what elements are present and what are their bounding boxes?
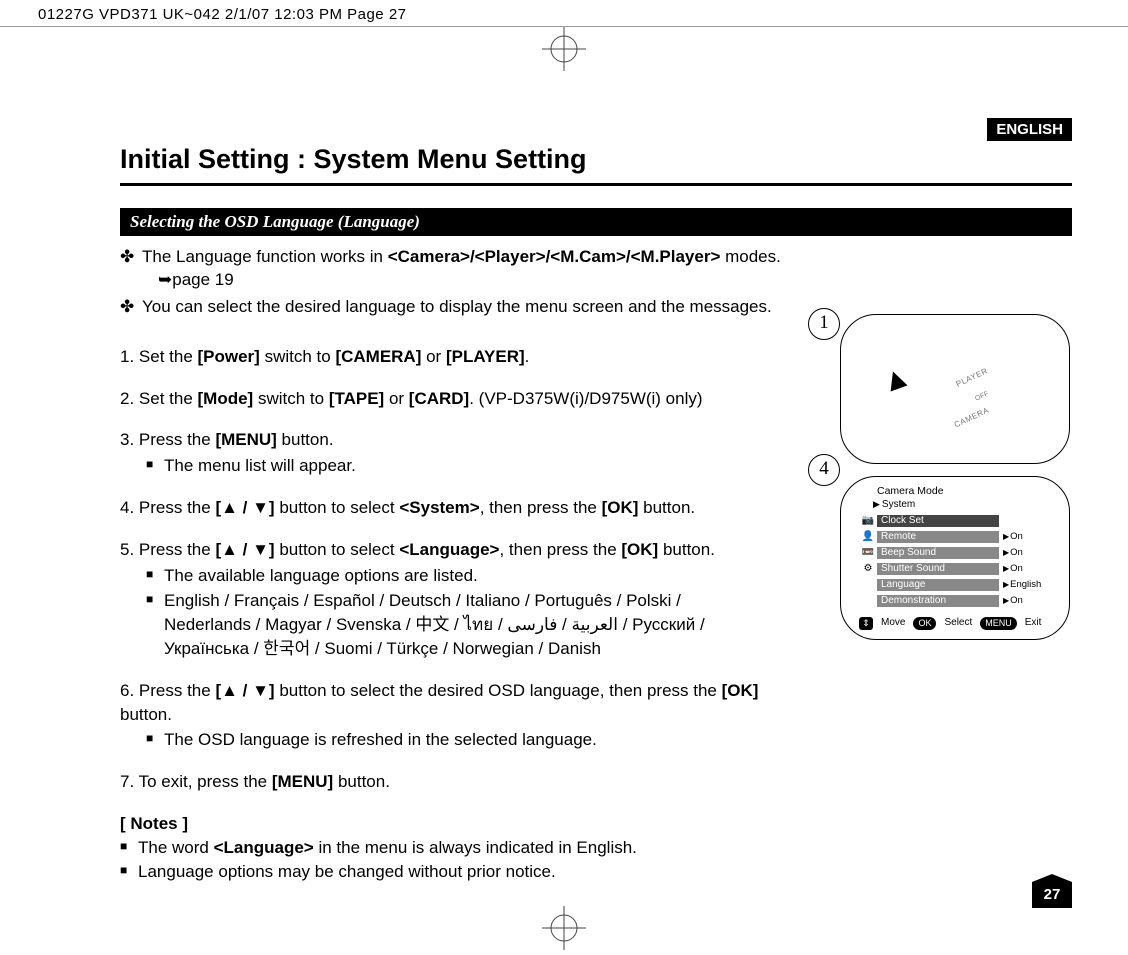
registration-mark-top — [542, 27, 586, 71]
label-off: OFF — [974, 390, 990, 402]
intro-block: ✤ The Language function works in <Camera… — [120, 246, 1072, 319]
osd-row-demo: Demonstration ▶On — [859, 593, 1055, 609]
menu-chip: MENU — [980, 617, 1017, 630]
step-5: 5. Press the [▲ / ▼] button to select <L… — [120, 538, 760, 661]
osd-row-remote: 👤 Remote ▶On — [859, 529, 1055, 545]
osd-row-shutter: ⚙ Shutter Sound ▶On — [859, 561, 1055, 577]
figure-power-switch: PLAYER OFF CAMERA — [840, 314, 1070, 464]
label-player: PLAYER — [955, 366, 990, 389]
osd-submenu: ▶System — [873, 499, 1055, 511]
notes-block: [ Notes ] ■ The word <Language> in the m… — [120, 812, 1072, 883]
label-camera: CAMERA — [953, 406, 991, 430]
square-bullet-icon: ■ — [146, 564, 164, 584]
person-icon: 👤 — [859, 531, 877, 543]
square-bullet-icon: ■ — [120, 860, 138, 880]
square-bullet-icon: ■ — [146, 454, 164, 474]
figure-number-1: 1 — [808, 308, 840, 340]
square-bullet-icon: ■ — [120, 836, 138, 856]
arrow-up-icon — [884, 368, 907, 391]
osd-row-beep: 📼 Beep Sound ▶On — [859, 545, 1055, 561]
figure-number-4: 4 — [808, 454, 840, 486]
osd-row-language: Language ▶English — [859, 577, 1055, 593]
language-badge: ENGLISH — [987, 118, 1072, 141]
tape-icon: 📼 — [859, 547, 877, 559]
square-bullet-icon: ■ — [146, 589, 164, 609]
updown-icon: ⇕ — [859, 617, 873, 630]
figure-osd-menu: Camera Mode ▶System 📷 Clock Set 👤 Remote… — [840, 476, 1070, 640]
gear-icon: ⚙ — [859, 563, 877, 575]
step-6: 6. Press the [▲ / ▼] button to select th… — [120, 679, 800, 752]
step-7: 7. To exit, press the [MENU] button. — [120, 770, 760, 794]
square-bullet-icon: ■ — [146, 728, 164, 748]
steps-list: 1. Set the [Power] switch to [CAMERA] or… — [120, 345, 760, 794]
osd-title: Camera Mode — [877, 485, 1055, 498]
registration-mark-bottom — [542, 906, 586, 950]
page-number-badge: 27 — [1032, 874, 1072, 908]
step-4: 4. Press the [▲ / ▼] button to select <S… — [120, 496, 760, 520]
osd-footer: ⇕Move OKSelect MENUExit — [859, 617, 1055, 630]
ok-chip: OK — [913, 617, 936, 630]
bullet-icon: ✤ — [120, 296, 142, 319]
page-title: Initial Setting : System Menu Setting — [120, 144, 1072, 175]
language-list: English / Français / Español / Deutsch /… — [164, 589, 760, 660]
osd-row-clockset: 📷 Clock Set — [859, 513, 1055, 529]
bullet-icon: ✤ — [120, 246, 142, 269]
section-subhead: Selecting the OSD Language (Language) — [120, 208, 1072, 236]
figure-area: 1 PLAYER OFF CAMERA 4 Camera Mode ▶Syste… — [812, 314, 1072, 640]
camera-icon: 📷 — [859, 515, 877, 527]
intro-line-1: The Language function works in <Camera>/… — [142, 246, 781, 292]
step-2: 2. Set the [Mode] switch to [TAPE] or [C… — [120, 387, 760, 411]
print-header: 01227G VPD371 UK~042 2/1/07 12:03 PM Pag… — [38, 6, 407, 23]
notes-title: [ Notes ] — [120, 814, 188, 833]
title-rule — [120, 183, 1072, 186]
step-1: 1. Set the [Power] switch to [CAMERA] or… — [120, 345, 760, 369]
step-3: 3. Press the [MENU] button. ■The menu li… — [120, 428, 760, 478]
intro-line-2: You can select the desired language to d… — [142, 296, 772, 319]
